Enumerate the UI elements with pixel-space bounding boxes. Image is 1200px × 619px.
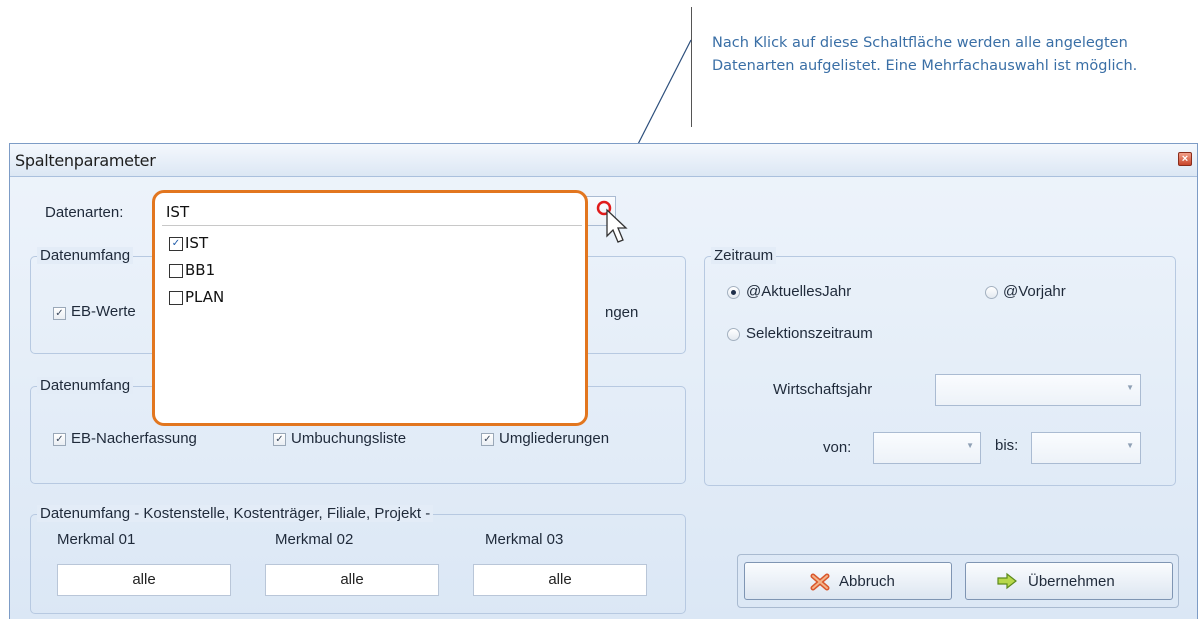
checkbox-label: EB-Werte	[71, 303, 136, 320]
group-title: Datenumfang	[37, 247, 134, 264]
chevron-down-icon: ▼	[1126, 441, 1134, 450]
group-zeitraum: Zeitraum @AktuellesJahr @Vorjahr Selekti…	[704, 247, 1176, 486]
cancel-icon	[810, 573, 830, 591]
merkmal-label: Merkmal 01	[57, 531, 136, 548]
merkmal-01-input[interactable]: alle	[57, 564, 231, 596]
datenarten-value: IST	[166, 203, 190, 221]
list-item[interactable]: BB1	[169, 261, 469, 281]
checkbox-label: Umgliederungen	[499, 430, 610, 447]
option-label: BB1	[185, 261, 216, 279]
checkbox-bb1[interactable]	[169, 264, 183, 278]
apply-button[interactable]: Übernehmen	[965, 562, 1173, 600]
arrow-right-icon	[997, 572, 1017, 590]
list-item[interactable]: ✓ IST	[169, 234, 469, 254]
datenarten-dropdown: IST ✓ IST BB1 PLAN	[152, 190, 588, 426]
wirtschaftsjahr-select[interactable]: ▼	[935, 374, 1141, 406]
datenarten-input[interactable]: IST	[162, 200, 582, 226]
window-title: Spaltenparameter	[15, 151, 156, 170]
radio-label: @Vorjahr	[1003, 283, 1066, 300]
bis-select[interactable]: ▼	[1031, 432, 1141, 464]
callout-text: Nach Klick auf diese Schaltfläche werden…	[712, 35, 1138, 74]
title-bar: Spaltenparameter ×	[10, 144, 1197, 177]
mouse-cursor-icon	[606, 208, 628, 243]
merkmal-label: Merkmal 03	[485, 531, 564, 548]
radio-vorjahr[interactable]	[985, 286, 998, 299]
group-title: Zeitraum	[711, 247, 777, 264]
radio-selektionszeitraum[interactable]	[727, 328, 740, 341]
datenarten-label: Datenarten:	[45, 204, 124, 221]
close-icon[interactable]: ×	[1178, 152, 1192, 166]
checkbox-ist[interactable]: ✓	[169, 237, 183, 251]
group-kostenstelle: Datenumfang - Kostenstelle, Kostenträger…	[30, 505, 686, 614]
option-label: IST	[185, 234, 209, 252]
group-title: Datenumfang - Kostenstelle, Kostenträger…	[37, 505, 434, 522]
radio-aktuelles-jahr[interactable]	[727, 286, 740, 299]
checkbox-label: Umbuchungsliste	[291, 430, 407, 447]
apply-label: Übernehmen	[1028, 573, 1115, 590]
cancel-button[interactable]: Abbruch	[744, 562, 952, 600]
bis-label: bis:	[995, 437, 1019, 454]
cancel-label: Abbruch	[839, 573, 895, 590]
merkmal-02-input[interactable]: alle	[265, 564, 439, 596]
merkmal-03-input[interactable]: alle	[473, 564, 647, 596]
radio-label: @AktuellesJahr	[746, 283, 852, 300]
checkbox-plan[interactable]	[169, 291, 183, 305]
von-select[interactable]: ▼	[873, 432, 981, 464]
checkbox-label: ngen	[605, 304, 639, 321]
option-label: PLAN	[185, 288, 225, 306]
radio-label: Selektionszeitraum	[746, 325, 873, 342]
checkbox-eb-nacherfassung[interactable]: ✓	[53, 433, 66, 446]
merkmal-label: Merkmal 02	[275, 531, 354, 548]
checkbox-label: EB-Nacherfassung	[71, 430, 197, 447]
von-label: von:	[823, 439, 852, 456]
chevron-down-icon: ▼	[1126, 383, 1134, 392]
list-item[interactable]: PLAN	[169, 288, 469, 308]
checkbox-umgliederungen[interactable]: ✓	[481, 433, 494, 446]
checkbox-umbuchungsliste[interactable]: ✓	[273, 433, 286, 446]
checkbox-eb-werte[interactable]: ✓	[53, 307, 66, 320]
cursor-marker	[596, 200, 628, 243]
group-title: Datenumfang	[37, 377, 134, 394]
wirtschaftsjahr-label: Wirtschaftsjahr	[773, 381, 873, 398]
chevron-down-icon: ▼	[966, 441, 974, 450]
